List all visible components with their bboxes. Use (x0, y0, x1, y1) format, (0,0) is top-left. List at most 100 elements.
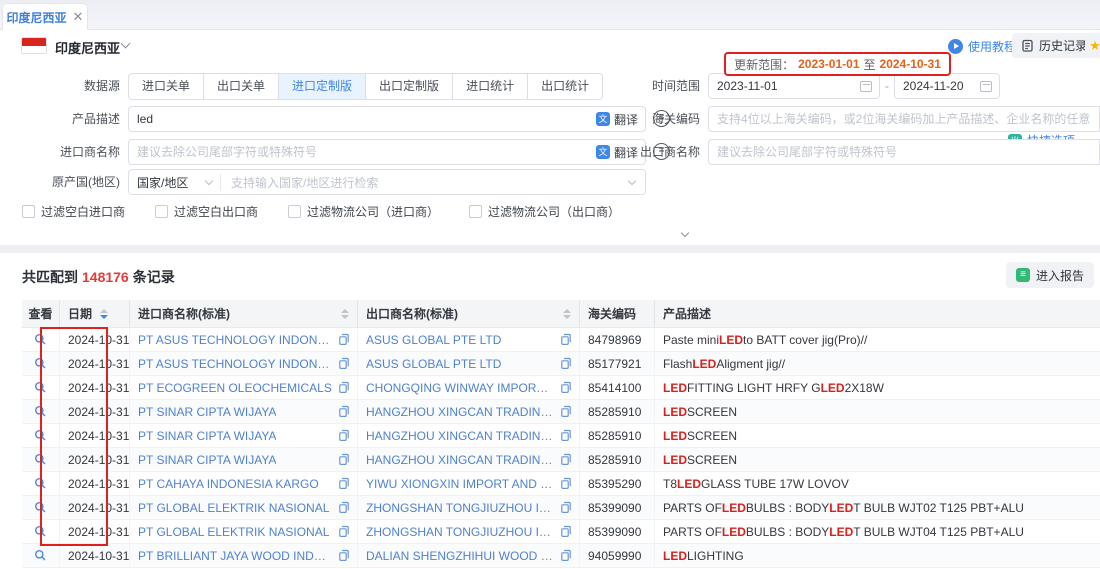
sort-control-importer[interactable] (341, 309, 349, 319)
exporter-name[interactable]: ASUS GLOBAL PTE LTD (366, 333, 501, 347)
copy-icon[interactable] (338, 381, 350, 394)
importer-name[interactable]: PT ASUS TECHNOLOGY INDONESIA BA... (138, 333, 333, 347)
importer-name[interactable]: PT GLOBAL ELEKTRIK NASIONAL (138, 501, 329, 515)
importer-name[interactable]: PT SINAR CIPTA WIJAYA (138, 405, 276, 419)
sort-asc-icon[interactable] (100, 309, 108, 313)
exporter-name[interactable]: YIWU XIONGXIN IMPORT AND EXPORT... (366, 477, 555, 491)
exporter-name[interactable]: ZHONGSHAN TONGJIUZHOU INTERNA... (366, 525, 555, 539)
view-button[interactable] (22, 544, 60, 567)
close-icon[interactable]: ✕ (73, 9, 84, 25)
exporter-name[interactable]: HANGZHOU XINGCAN TRADING CO LTD (366, 429, 555, 443)
end-date-value[interactable] (895, 79, 976, 93)
end-date-input[interactable] (894, 73, 1000, 99)
exporter-link[interactable]: YIWU XIONGXIN IMPORT AND EXPORT... (358, 472, 580, 495)
sort-asc-icon[interactable] (341, 309, 349, 313)
view-button[interactable] (22, 352, 60, 375)
exporter-link[interactable]: DALIAN SHENGZHIHUI WOOD INDUST... (358, 544, 580, 567)
tab-import-custom[interactable]: 进口定制版 (279, 73, 366, 100)
favorite-button[interactable]: ★ (1085, 33, 1100, 58)
importer-link[interactable]: PT ECOGREEN OLEOCHEMICALS (130, 376, 358, 399)
product-desc-input[interactable]: 文翻译 (128, 106, 646, 132)
importer-link[interactable]: PT GLOBAL ELEKTRIK NASIONAL (130, 496, 358, 519)
sort-desc-icon[interactable] (563, 315, 571, 319)
exporter-name[interactable]: ASUS GLOBAL PTE LTD (366, 357, 501, 371)
origin-country-select[interactable]: 国家/地区 支持输入国家/地区进行检索 (128, 169, 646, 195)
copy-icon[interactable] (560, 525, 572, 538)
view-button[interactable] (22, 496, 60, 519)
tab-export-stats[interactable]: 出口统计 (528, 73, 603, 100)
checkbox-icon[interactable] (288, 205, 301, 218)
hs-code-input[interactable] (708, 106, 1100, 132)
exporter-link[interactable]: ZHONGSHAN TONGJIUZHOU INTERNA... (358, 520, 580, 543)
importer-name[interactable]: PT SINAR CIPTA WIJAYA (138, 453, 276, 467)
view-button[interactable] (22, 400, 60, 423)
view-button[interactable] (22, 472, 60, 495)
origin-type-dropdown[interactable]: 国家/地区 (129, 174, 221, 191)
col-importer[interactable]: 进口商名称(标准) (130, 300, 358, 327)
copy-icon[interactable] (338, 357, 350, 370)
importer-link[interactable]: PT CAHAYA INDONESIA KARGO (130, 472, 358, 495)
hs-code-value[interactable] (709, 112, 1099, 126)
copy-icon[interactable] (560, 429, 572, 442)
checkbox-icon[interactable] (22, 205, 35, 218)
importer-link[interactable]: PT BRILLIANT JAYA WOOD INDUSTRY (130, 544, 358, 567)
view-button[interactable] (22, 520, 60, 543)
product-desc-value[interactable] (129, 112, 596, 126)
view-button[interactable] (22, 424, 60, 447)
copy-icon[interactable] (560, 453, 572, 466)
sort-control-exporter[interactable] (563, 309, 571, 319)
tab-import-stats[interactable]: 进口统计 (453, 73, 528, 100)
exporter-input[interactable] (708, 139, 1100, 165)
checkbox-icon[interactable] (469, 205, 482, 218)
exporter-name[interactable]: HANGZHOU XINGCAN TRADING CO LTD (366, 405, 555, 419)
exporter-link[interactable]: ZHONGSHAN TONGJIUZHOU INTERNA... (358, 496, 580, 519)
view-button[interactable] (22, 448, 60, 471)
copy-icon[interactable] (338, 549, 350, 562)
exporter-value[interactable] (709, 145, 1099, 159)
checkbox-logistics-exporter[interactable]: 过滤物流公司（出口商） (469, 203, 620, 220)
checkbox-icon[interactable] (155, 205, 168, 218)
tab-indonesia[interactable]: 印度尼西亚 ✕ (2, 3, 88, 30)
importer-link[interactable]: PT ASUS TECHNOLOGY INDONESIA BA... (130, 352, 358, 375)
origin-search-placeholder[interactable]: 支持输入国家/地区进行检索 (221, 174, 629, 191)
copy-icon[interactable] (560, 381, 572, 394)
copy-icon[interactable] (560, 549, 572, 562)
exporter-link[interactable]: HANGZHOU XINGCAN TRADING CO LTD (358, 424, 580, 447)
chevron-down-icon[interactable] (121, 39, 131, 49)
checkbox-blank-exporter[interactable]: 过滤空白出口商 (155, 203, 258, 220)
copy-icon[interactable] (560, 477, 572, 490)
importer-value[interactable] (129, 145, 596, 159)
tab-export-custom[interactable]: 出口定制版 (366, 73, 453, 100)
importer-link[interactable]: PT GLOBAL ELEKTRIK NASIONAL (130, 520, 358, 543)
importer-link[interactable]: PT ASUS TECHNOLOGY INDONESIA BA... (130, 328, 358, 351)
importer-name[interactable]: PT ECOGREEN OLEOCHEMICALS (138, 381, 332, 395)
copy-icon[interactable] (338, 453, 350, 466)
enter-report-button[interactable]: ≡ 进入报告 (1006, 262, 1094, 288)
checkbox-logistics-importer[interactable]: 过滤物流公司（进口商） (288, 203, 439, 220)
importer-link[interactable]: PT SINAR CIPTA WIJAYA (130, 448, 358, 471)
copy-icon[interactable] (560, 357, 572, 370)
view-button[interactable] (22, 328, 60, 351)
importer-name[interactable]: PT SINAR CIPTA WIJAYA (138, 429, 276, 443)
copy-icon[interactable] (338, 525, 350, 538)
collapse-panel-handle[interactable] (645, 228, 725, 244)
importer-input[interactable]: 文翻译 (128, 139, 646, 165)
view-button[interactable] (22, 376, 60, 399)
col-exporter[interactable]: 出口商名称(标准) (358, 300, 580, 327)
importer-name[interactable]: PT BRILLIANT JAYA WOOD INDUSTRY (138, 549, 333, 563)
exporter-link[interactable]: HANGZHOU XINGCAN TRADING CO LTD (358, 448, 580, 471)
copy-icon[interactable] (338, 405, 350, 418)
importer-name[interactable]: PT GLOBAL ELEKTRIK NASIONAL (138, 525, 329, 539)
copy-icon[interactable] (338, 477, 350, 490)
chevron-down-icon[interactable] (628, 177, 636, 185)
copy-icon[interactable] (338, 333, 350, 346)
sort-asc-icon[interactable] (563, 309, 571, 313)
importer-link[interactable]: PT SINAR CIPTA WIJAYA (130, 424, 358, 447)
copy-icon[interactable] (338, 501, 350, 514)
copy-icon[interactable] (560, 405, 572, 418)
sort-control-date[interactable] (100, 309, 108, 319)
importer-name[interactable]: PT ASUS TECHNOLOGY INDONESIA BA... (138, 357, 333, 371)
copy-icon[interactable] (560, 333, 572, 346)
checkbox-blank-importer[interactable]: 过滤空白进口商 (22, 203, 125, 220)
exporter-name[interactable]: CHONGQING WINWAY IMPORT AND E... (366, 381, 555, 395)
